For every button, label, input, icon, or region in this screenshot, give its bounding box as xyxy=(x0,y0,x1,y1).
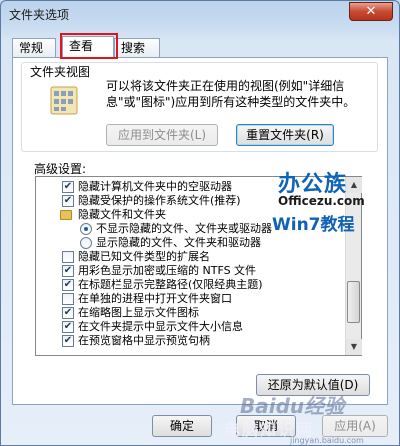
apply-to-folders-button[interactable]: 应用到文件夹(L) xyxy=(106,124,218,146)
restore-defaults-button[interactable]: 还原为默认值(D) xyxy=(256,374,370,396)
apply-button[interactable]: 应用(A) xyxy=(322,415,388,437)
list-item-label: 在标题栏显示完整路径(仅限经典主题) xyxy=(78,278,263,291)
checkbox[interactable] xyxy=(62,251,74,263)
tab-highlight-box xyxy=(60,33,118,59)
checkbox[interactable] xyxy=(62,293,74,305)
list-item-label: 不显示隐藏的文件、文件夹或驱动器 xyxy=(96,222,272,235)
list-item-label: 在文件夹提示中显示文件大小信息 xyxy=(78,320,243,333)
radio-button[interactable] xyxy=(80,237,92,249)
checkbox[interactable]: ✔ xyxy=(62,321,74,333)
list-item-label: 用彩色显示加密或压缩的 NTFS 文件 xyxy=(78,264,257,277)
title-bar[interactable]: 文件夹选项 ✕ xyxy=(1,1,399,25)
checkbox[interactable]: ✔ xyxy=(62,265,74,277)
cancel-button[interactable]: 取消 xyxy=(236,415,296,437)
close-button[interactable]: ✕ xyxy=(349,2,393,21)
checkbox[interactable]: ✔ xyxy=(62,195,74,207)
watermark-brand-url: Officezu.com xyxy=(278,194,365,208)
advanced-settings-label: 高级设置: xyxy=(34,162,87,176)
folder-view-icon xyxy=(50,86,78,115)
window-title: 文件夹选项 xyxy=(9,8,70,22)
list-item-label: 在预览窗格中显示预览句柄 xyxy=(78,334,210,347)
folder-view-title: 文件夹视图 xyxy=(28,63,93,80)
list-item-label: 隐藏受保护的操作系统文件(推荐) xyxy=(78,194,241,207)
scroll-down-icon[interactable]: ▼ xyxy=(346,339,362,355)
list-item-label: 隐藏已知文件类型的扩展名 xyxy=(78,250,210,263)
tab-search[interactable]: 搜索 xyxy=(114,38,160,58)
list-item-label: 在缩略图上显示文件图标 xyxy=(78,306,199,319)
checkbox[interactable]: ✔ xyxy=(62,279,74,291)
radio-button[interactable] xyxy=(80,223,92,235)
folder-view-description: 可以将该文件夹正在使用的视图(例如"详细信息"或"图标")应用到所有这种类型的文… xyxy=(106,79,356,109)
reset-folders-button[interactable]: 重置文件夹(R) xyxy=(236,124,334,146)
folder-icon xyxy=(60,210,72,220)
list-item-label: 隐藏文件和文件夹 xyxy=(78,208,166,221)
tab-general[interactable]: 常规 xyxy=(12,38,56,58)
checkbox[interactable]: ✔ xyxy=(62,307,74,319)
scroll-thumb[interactable] xyxy=(347,281,360,323)
watermark-brand-bottom: Win7教程 xyxy=(272,215,355,235)
checkbox[interactable]: ✔ xyxy=(62,335,74,347)
checkbox[interactable]: ✔ xyxy=(62,181,74,193)
list-item-label: 显示隐藏的文件、文件夹和驱动器 xyxy=(96,236,261,249)
list-item-label: 在单独的进程中打开文件夹窗口 xyxy=(78,292,232,305)
ok-button[interactable]: 确定 xyxy=(152,415,212,437)
officezu-watermark: 办公族 Officezu.com Win7教程 xyxy=(268,166,378,242)
list-item-label: 隐藏计算机文件夹中的空驱动器 xyxy=(78,180,232,193)
